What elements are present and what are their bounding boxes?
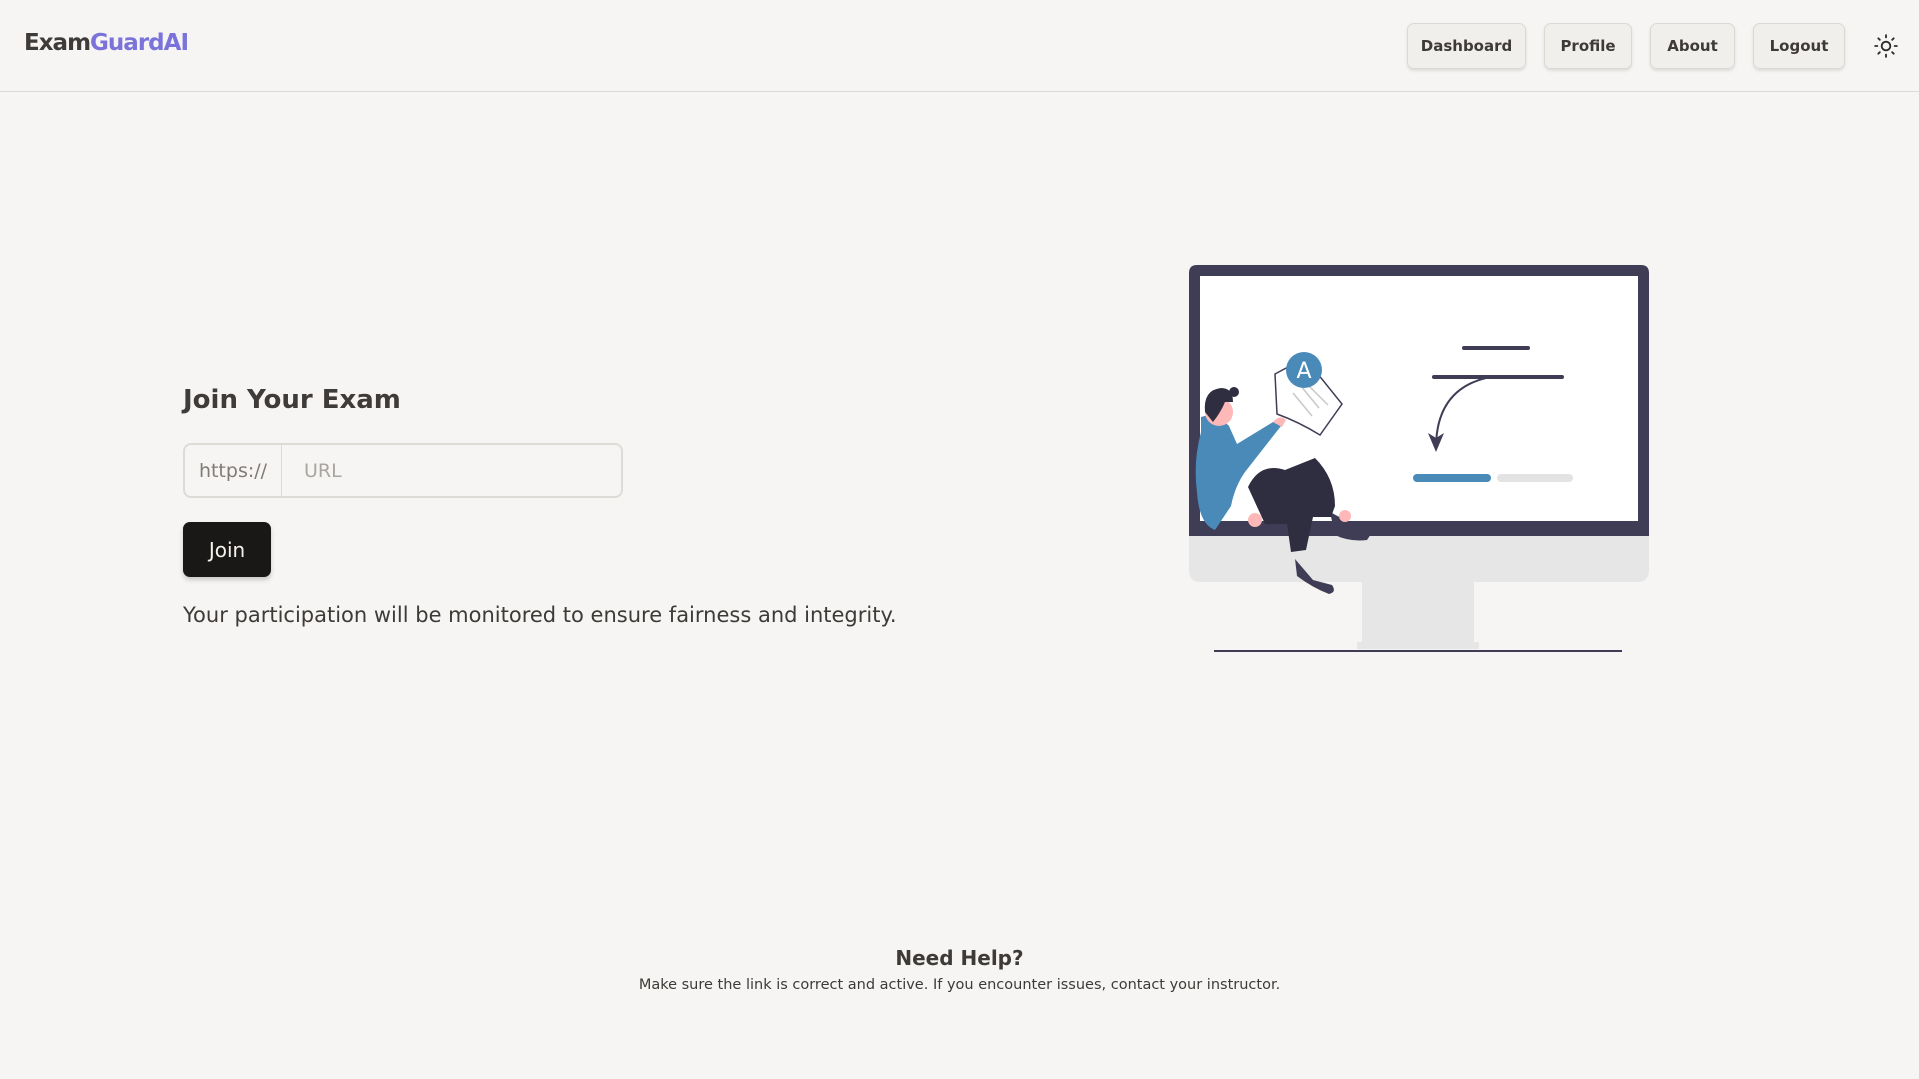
grade-badge-letter: A	[1296, 359, 1311, 384]
theme-toggle-button[interactable]	[1873, 33, 1899, 59]
exam-illustration: A	[1185, 262, 1655, 657]
logo-text-exam: Exam	[24, 30, 91, 56]
top-navbar: ExamGuardAI Dashboard Profile About Logo…	[0, 0, 1919, 92]
logo-text-ai: AI	[163, 30, 189, 56]
profile-button[interactable]: Profile	[1544, 23, 1632, 69]
about-button[interactable]: About	[1650, 23, 1735, 69]
dashboard-button[interactable]: Dashboard	[1407, 23, 1526, 69]
monitoring-notice: Your participation will be monitored to …	[183, 603, 897, 627]
exam-url-field: https://	[183, 443, 623, 498]
app-logo[interactable]: ExamGuardAI	[24, 30, 189, 56]
monitor-stand	[1362, 580, 1474, 646]
logout-button[interactable]: Logout	[1753, 23, 1845, 69]
monitor-stand-base	[1357, 642, 1479, 649]
exam-url-input[interactable]	[282, 445, 621, 496]
join-exam-title: Join Your Exam	[183, 385, 401, 415]
url-prefix-label: https://	[185, 445, 282, 496]
help-text: Make sure the link is correct and active…	[638, 977, 1281, 993]
sun-icon	[1874, 34, 1898, 58]
main-nav: Dashboard Profile About Logout	[1407, 23, 1863, 69]
logo-text-guard: Guard	[90, 30, 165, 56]
monitor-chin	[1189, 534, 1649, 582]
join-button[interactable]: Join	[183, 522, 271, 577]
help-title: Need Help?	[895, 946, 1024, 970]
